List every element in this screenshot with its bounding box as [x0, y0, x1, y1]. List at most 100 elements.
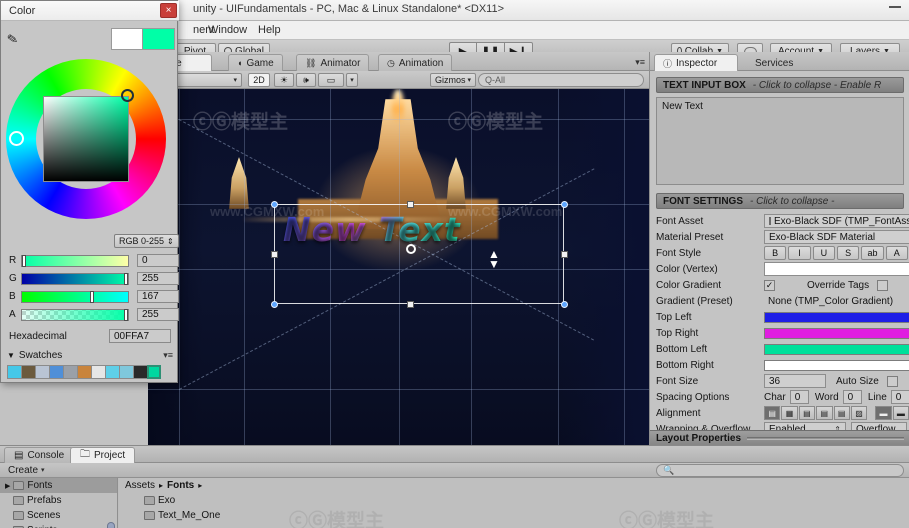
- channel-a-slider[interactable]: [21, 308, 129, 321]
- selection-handle-bl[interactable]: [271, 301, 278, 308]
- channel-r-input[interactable]: 0: [137, 254, 179, 267]
- project-content-pane[interactable]: Assets ▸ Fonts ▸ Exo Text_Me_One ⓒⒼ模型主 ⓒ…: [119, 478, 909, 528]
- channel-g-slider[interactable]: [21, 272, 129, 285]
- swatches-header[interactable]: ▼ Swatches ▾≡: [7, 349, 173, 362]
- align-geometry-button[interactable]: ▨: [850, 406, 868, 420]
- channel-b-knob[interactable]: [90, 290, 94, 303]
- hue-marker[interactable]: [9, 131, 24, 146]
- font-style-uppercase-button[interactable]: A: [885, 246, 908, 260]
- top-right-color-swatch[interactable]: [764, 327, 909, 339]
- bottom-right-color-swatch[interactable]: [764, 359, 909, 371]
- align-vtop-button[interactable]: ▬: [875, 406, 892, 420]
- channel-a-knob[interactable]: [124, 308, 128, 321]
- close-icon[interactable]: ×: [160, 3, 177, 18]
- project-tree-scrollbar[interactable]: [107, 522, 115, 528]
- tree-item-scenes[interactable]: Scenes: [0, 508, 117, 523]
- chevron-down-icon[interactable]: ▼: [7, 351, 15, 360]
- scene-view[interactable]: ⓒⒼ模型主 ⓒⒼ模型主 www.CGMXW.com www.CGMXW.com …: [148, 89, 649, 445]
- tree-item-prefabs[interactable]: Prefabs: [0, 493, 117, 508]
- tab-animator[interactable]: ⛓ Animator: [296, 54, 370, 71]
- override-tags-checkbox[interactable]: [877, 279, 889, 291]
- channel-g-knob[interactable]: [124, 272, 128, 285]
- swatch-4[interactable]: [63, 365, 77, 379]
- tree-item-fonts[interactable]: ▶ Fonts: [0, 478, 117, 493]
- align-right-button[interactable]: ▤: [798, 406, 816, 420]
- list-item[interactable]: Exo: [119, 493, 909, 508]
- align-justified-button[interactable]: ▤: [816, 406, 833, 420]
- selection-handle-br[interactable]: [561, 301, 568, 308]
- align-left-button[interactable]: ▤: [764, 406, 781, 420]
- font-style-strike-button[interactable]: S: [836, 246, 860, 260]
- swatch-10[interactable]: [147, 365, 161, 379]
- font-size-input[interactable]: 36: [764, 374, 826, 388]
- channel-b-slider[interactable]: [21, 290, 129, 303]
- align-vmiddle-button[interactable]: ▬: [892, 406, 909, 420]
- line-spacing-input[interactable]: 0: [890, 390, 909, 404]
- color-preview-original[interactable]: [111, 28, 143, 50]
- toggle-2d[interactable]: 2D: [248, 73, 270, 87]
- channel-b-input[interactable]: 167: [137, 290, 179, 303]
- selection-handle-tc[interactable]: [407, 201, 414, 208]
- swatch-8[interactable]: [119, 365, 133, 379]
- tab-inspector[interactable]: ⓘ Inspector: [654, 54, 738, 71]
- swatch-9[interactable]: [133, 365, 147, 379]
- auto-size-checkbox[interactable]: [886, 375, 898, 387]
- channel-g-input[interactable]: 255: [137, 272, 179, 285]
- color-gradient-checkbox[interactable]: ✓: [764, 279, 775, 291]
- saturation-value-marker[interactable]: [121, 89, 134, 102]
- project-search-input[interactable]: 🔍: [656, 464, 904, 477]
- project-folder-tree[interactable]: ▶ Fonts Prefabs Scenes Scripts: [0, 478, 118, 528]
- menu-item-help[interactable]: Help: [258, 24, 281, 36]
- gizmos-dropdown[interactable]: Gizmos ▾: [430, 73, 476, 87]
- material-preset-field[interactable]: Exo-Black SDF Material: [764, 230, 909, 244]
- font-style-lowercase-button[interactable]: ab: [861, 246, 884, 260]
- swatches-menu-icon[interactable]: ▾≡: [163, 350, 173, 361]
- swatch-3[interactable]: [49, 365, 63, 379]
- top-left-color-swatch[interactable]: [764, 311, 909, 323]
- section-layout-properties[interactable]: Layout Properties: [650, 430, 909, 445]
- font-style-italic-button[interactable]: I: [788, 246, 811, 260]
- section-font-settings[interactable]: FONT SETTINGS - Click to collapse -: [656, 193, 904, 209]
- font-style-bold-button[interactable]: B: [764, 246, 787, 260]
- gradient-preset-field[interactable]: None (TMP_Color Gradient): [764, 294, 909, 308]
- word-spacing-input[interactable]: 0: [842, 390, 862, 404]
- create-button[interactable]: Create ▾: [3, 464, 50, 477]
- selection-handle-tr[interactable]: [561, 201, 568, 208]
- swatch-1[interactable]: [21, 365, 35, 379]
- bottom-left-color-swatch[interactable]: [764, 343, 909, 355]
- tab-console[interactable]: ▤ Console: [4, 447, 75, 463]
- tab-services[interactable]: Services: [746, 54, 808, 71]
- swatch-7[interactable]: [105, 365, 119, 379]
- section-text-input-box[interactable]: TEXT INPUT BOX - Click to collapse - Ena…: [656, 77, 904, 93]
- tree-item-scripts[interactable]: Scripts: [0, 523, 117, 528]
- speaker-icon[interactable]: 🕪: [296, 73, 316, 87]
- menu-item-window[interactable]: Window: [208, 24, 247, 36]
- chevron-right-icon[interactable]: ▶: [5, 482, 10, 490]
- channel-r-slider[interactable]: [21, 254, 129, 267]
- font-style-underline-button[interactable]: U: [812, 246, 835, 260]
- selection-handle-mr[interactable]: [561, 251, 568, 258]
- tab-project[interactable]: 🗀 Project: [70, 447, 136, 463]
- selection-handle-bc[interactable]: [407, 301, 414, 308]
- char-spacing-input[interactable]: 0: [789, 390, 809, 404]
- color-vertex-swatch[interactable]: [764, 262, 909, 276]
- swatch-5[interactable]: [77, 365, 91, 379]
- image-icon[interactable]: ▭: [318, 73, 344, 87]
- scene-search-input[interactable]: Q-All: [478, 73, 644, 87]
- align-center-button[interactable]: ▦: [781, 406, 798, 420]
- swatch-2[interactable]: [35, 365, 49, 379]
- pivot-handle[interactable]: [406, 244, 416, 254]
- selection-handle-ml[interactable]: [271, 251, 278, 258]
- channel-a-input[interactable]: 255: [137, 308, 179, 321]
- fx-dropdown[interactable]: ▾: [346, 73, 358, 87]
- font-asset-field[interactable]: Exo-Black SDF (TMP_FontAsset: [764, 214, 909, 228]
- saturation-value-square[interactable]: [43, 96, 129, 182]
- list-item[interactable]: Text_Me_One: [119, 508, 909, 523]
- tab-menu-icon[interactable]: ▾≡: [635, 57, 645, 68]
- hex-input[interactable]: 00FFA7: [109, 329, 171, 343]
- align-flush-button[interactable]: ▤: [833, 406, 850, 420]
- tab-animation[interactable]: ◷ Animation: [378, 54, 453, 71]
- breadcrumb-assets[interactable]: Assets: [125, 480, 155, 491]
- color-picker-window[interactable]: Color × ✎ RGB 0-255 ⇕ R 0 G 255 B 167 A …: [0, 0, 179, 383]
- color-preview-new[interactable]: [143, 28, 175, 50]
